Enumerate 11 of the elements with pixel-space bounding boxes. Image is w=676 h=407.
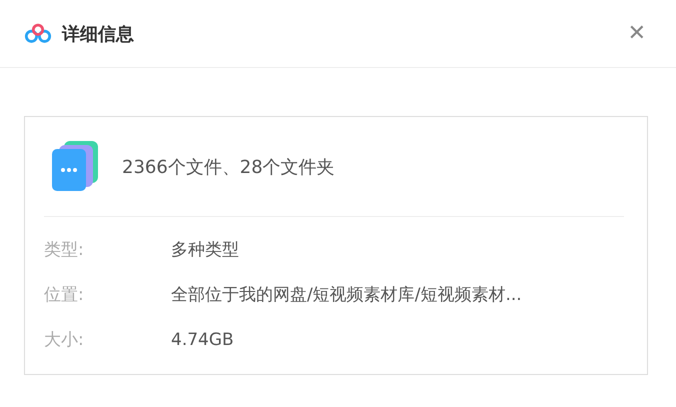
detail-value: 全部位于我的网盘/短视频素材库/短视频素材... — [171, 284, 522, 306]
cloud-logo-icon — [24, 23, 52, 44]
detail-value: 4.74GB — [171, 330, 234, 350]
window-title: 详细信息 — [62, 22, 134, 46]
detail-label: 类型: — [44, 239, 85, 261]
detail-label: 位置: — [44, 284, 85, 306]
files-stack-icon — [52, 140, 98, 190]
close-button[interactable]: ✕ — [624, 22, 650, 46]
detail-label: 大小: — [44, 329, 85, 351]
file-count-summary: 2366个文件、28个文件夹 — [122, 156, 335, 178]
detail-value: 多种类型 — [171, 239, 239, 261]
